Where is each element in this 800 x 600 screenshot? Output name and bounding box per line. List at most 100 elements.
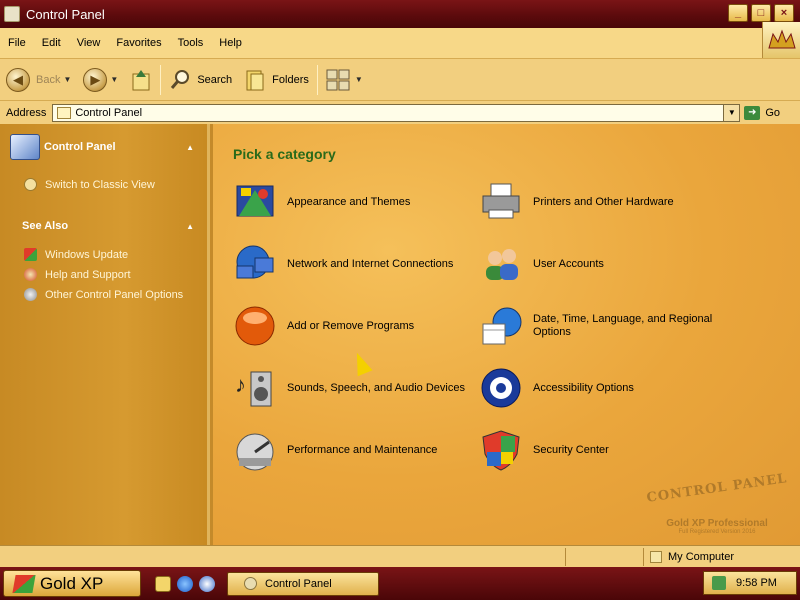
- category-date-time-language[interactable]: Date, Time, Language, and Regional Optio…: [479, 304, 719, 348]
- category-add-remove-programs[interactable]: Add or Remove Programs: [233, 304, 473, 348]
- status-bar: My Computer: [0, 545, 800, 567]
- maximize-icon: □: [757, 7, 765, 19]
- close-button[interactable]: ×: [774, 4, 794, 22]
- svg-text:♪: ♪: [235, 372, 246, 397]
- menu-file[interactable]: File: [0, 37, 34, 49]
- category-user-accounts[interactable]: User Accounts: [479, 242, 719, 286]
- category-printers-hardware[interactable]: Printers and Other Hardware: [479, 180, 719, 224]
- category-accessibility[interactable]: Accessibility Options: [479, 366, 719, 410]
- category-sounds-audio[interactable]: ♪ Sounds, Speech, and Audio Devices: [233, 366, 473, 410]
- quick-launch: [155, 575, 215, 592]
- category-security-center[interactable]: Security Center: [479, 428, 719, 472]
- category-label: Sounds, Speech, and Audio Devices: [287, 381, 465, 394]
- address-label: Address: [6, 106, 47, 119]
- back-dropdown-icon[interactable]: ▼: [63, 75, 71, 84]
- accessibility-icon: [479, 366, 523, 410]
- go-button[interactable]: ➜ Go: [744, 105, 780, 120]
- forward-button[interactable]: ▶ ▼: [77, 63, 124, 97]
- speaker-icon: ♪: [233, 366, 277, 410]
- network-tray-icon[interactable]: [712, 576, 726, 590]
- help-support-label: Help and Support: [45, 268, 131, 281]
- address-value: Control Panel: [75, 106, 143, 119]
- category-appearance-themes[interactable]: Appearance and Themes: [233, 180, 473, 224]
- windows-flag-icon: [24, 248, 37, 261]
- category-label: Security Center: [533, 443, 609, 456]
- search-icon: [171, 69, 190, 89]
- menu-favorites[interactable]: Favorites: [108, 37, 169, 49]
- search-label: Search: [197, 73, 233, 86]
- views-grid-icon: [326, 69, 350, 90]
- menu-view[interactable]: View: [69, 37, 109, 49]
- category-label: Printers and Other Hardware: [533, 195, 674, 208]
- search-button[interactable]: Search: [163, 63, 238, 97]
- printer-icon: [479, 180, 523, 224]
- back-button[interactable]: ◀ Back ▼: [0, 63, 77, 97]
- windows-update-label: Windows Update: [45, 248, 129, 261]
- windows-logo-tile: [762, 22, 800, 58]
- category-performance-maintenance[interactable]: Performance and Maintenance: [233, 428, 473, 472]
- control-panel-icon: [10, 134, 40, 160]
- window-title: Control Panel: [26, 6, 105, 22]
- minimize-button[interactable]: _: [728, 4, 748, 22]
- media-player-icon[interactable]: [199, 575, 215, 592]
- collapse-chevron-icon[interactable]: ▲: [186, 143, 194, 152]
- menu-tools[interactable]: Tools: [170, 37, 212, 49]
- see-also-title: See Also: [22, 220, 69, 232]
- control-panel-app-icon[interactable]: [4, 6, 20, 22]
- gear-icon: [24, 288, 37, 301]
- category-label: User Accounts: [533, 257, 604, 270]
- status-location-label: My Computer: [668, 550, 735, 563]
- help-icon: [24, 268, 37, 281]
- gold-xp-watermark: CONTROL PANEL Gold XP Professional Full …: [642, 471, 792, 535]
- control-panel-small-icon: [57, 106, 72, 119]
- control-panel-section-header[interactable]: Control Panel ▲: [10, 134, 200, 160]
- security-shield-icon: [479, 428, 523, 472]
- up-folder-button[interactable]: [124, 63, 158, 97]
- watermark-version: Full Registered Version 2016: [678, 529, 756, 535]
- windows-update-link[interactable]: Windows Update: [24, 248, 128, 261]
- status-segment: [0, 547, 566, 566]
- other-options-label: Other Control Panel Options: [45, 288, 184, 301]
- toolbar-separator: [160, 64, 162, 95]
- classic-view-icon: [24, 178, 37, 191]
- category-network-internet[interactable]: Network and Internet Connections: [233, 242, 473, 286]
- views-button[interactable]: ▼: [320, 63, 369, 97]
- collapse-chevron-icon[interactable]: ▲: [186, 222, 194, 231]
- category-label: Performance and Maintenance: [287, 443, 438, 456]
- back-arrow-icon: ◀: [6, 67, 30, 92]
- go-arrow-icon: ➜: [744, 105, 761, 120]
- show-desktop-icon[interactable]: [155, 575, 171, 592]
- switch-classic-view-link[interactable]: Switch to Classic View: [24, 178, 155, 191]
- window-title-bar[interactable]: Control Panel _ □ ×: [0, 0, 800, 28]
- folders-label: Folders: [272, 73, 309, 86]
- maximize-button[interactable]: □: [751, 4, 771, 22]
- close-icon: ×: [780, 7, 788, 19]
- category-label: Add or Remove Programs: [287, 319, 415, 332]
- gold-crown-logo-icon: [767, 29, 796, 49]
- clock[interactable]: 9:58 PM: [736, 577, 777, 589]
- standard-toolbar: ◀ Back ▼ ▶ ▼ Search Folders ▼: [0, 58, 800, 100]
- forward-dropdown-icon[interactable]: ▼: [110, 75, 118, 84]
- see-also-section-header[interactable]: See Also ▲: [22, 220, 200, 232]
- help-support-link[interactable]: Help and Support: [24, 268, 131, 281]
- category-view: Pick a category Appearance and Themes Pr…: [213, 124, 800, 545]
- menu-help[interactable]: Help: [211, 37, 250, 49]
- folders-button[interactable]: Folders: [238, 63, 315, 97]
- address-input[interactable]: Control Panel ▼: [52, 103, 741, 122]
- network-icon: [233, 242, 277, 286]
- watermark-title: CONTROL PANEL: [645, 471, 789, 506]
- menu-edit[interactable]: Edit: [34, 37, 69, 49]
- performance-icon: [233, 428, 277, 472]
- category-label: Appearance and Themes: [287, 195, 411, 208]
- back-label: Back: [36, 73, 61, 86]
- taskbar-button-control-panel[interactable]: Control Panel: [227, 571, 379, 596]
- taskbar: Gold XP Control Panel 9:58 PM: [0, 567, 800, 600]
- address-dropdown-icon[interactable]: ▼: [723, 104, 740, 121]
- add-remove-programs-icon: [233, 304, 277, 348]
- internet-explorer-icon[interactable]: [177, 575, 193, 592]
- start-button[interactable]: Gold XP: [3, 570, 141, 597]
- control-panel-small-icon: [244, 577, 257, 590]
- other-options-link[interactable]: Other Control Panel Options: [24, 288, 183, 301]
- minimize-icon: _: [734, 7, 742, 19]
- views-dropdown-icon[interactable]: ▼: [355, 75, 363, 84]
